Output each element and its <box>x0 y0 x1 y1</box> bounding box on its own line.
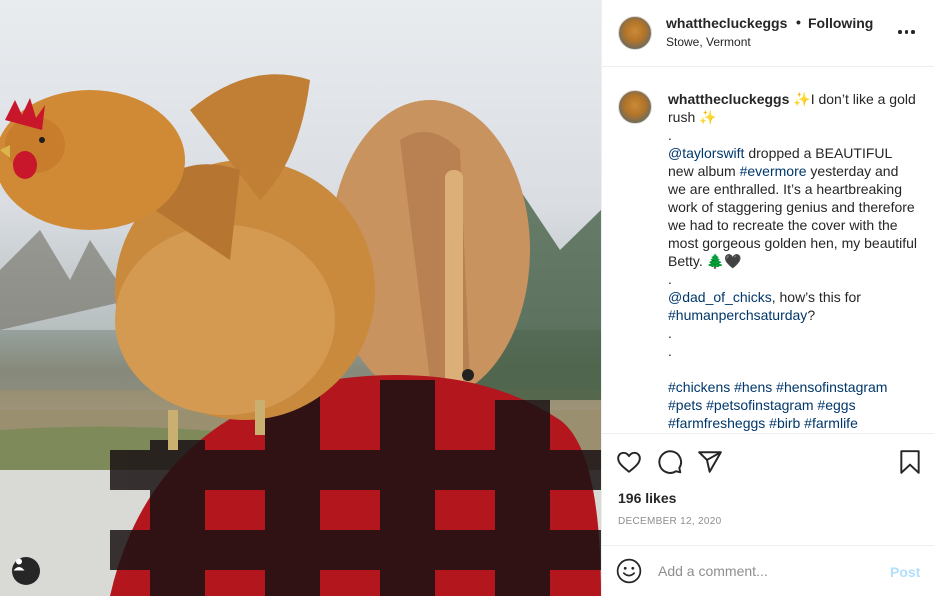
hashtags-line[interactable]: #pets #petsofinstagram #eggs <box>668 396 920 414</box>
comment-input[interactable] <box>658 560 868 582</box>
caption-dot: . <box>668 271 672 287</box>
mention-dad-of-chicks[interactable]: @dad_of_chicks <box>668 289 772 305</box>
photo-illustration <box>0 74 601 596</box>
caption-line: , how’s this for <box>771 289 861 305</box>
post-button[interactable]: Post <box>890 564 920 580</box>
tagged-users-icon[interactable] <box>12 557 40 585</box>
avatar[interactable] <box>618 16 652 50</box>
more-options-icon[interactable] <box>898 28 918 36</box>
caption-dot: . <box>668 127 672 143</box>
caption-avatar[interactable] <box>618 90 652 124</box>
comment-bar: Post <box>602 545 934 596</box>
caption-dot: . <box>668 325 672 341</box>
following-button[interactable]: Following <box>808 15 873 31</box>
hashtag-humanperchsaturday[interactable]: #humanperchsaturday <box>668 307 807 323</box>
caption-dot: . <box>668 343 672 359</box>
emoji-icon[interactable] <box>616 558 642 584</box>
post-details-panel: whatthecluckeggs • Following Stowe, Verm… <box>601 0 934 596</box>
separator-dot: • <box>796 14 801 30</box>
hashtags-line[interactable]: #farmfresheggs #birb #farmlife <box>668 414 920 432</box>
hashtags-line[interactable]: #chickens #hens #hensofinstagram <box>668 378 920 396</box>
caption-username[interactable]: whatthecluckeggs <box>668 91 789 107</box>
post-date[interactable]: DECEMBER 12, 2020 <box>618 516 721 527</box>
author-username[interactable]: whatthecluckeggs <box>666 15 787 31</box>
caption-line: ? <box>807 307 816 323</box>
action-bar <box>602 435 934 485</box>
post-location[interactable]: Stowe, Vermont <box>666 35 751 49</box>
share-icon[interactable] <box>697 449 723 475</box>
comments-section: whatthecluckeggs ✨I don’t like a gold ru… <box>602 68 934 434</box>
post-photo[interactable] <box>0 0 601 596</box>
hashtag-evermore[interactable]: #evermore <box>740 163 807 179</box>
caption-text: whatthecluckeggs ✨I don’t like a gold ru… <box>668 90 920 432</box>
mention-taylorswift[interactable]: @taylorswift <box>668 145 744 161</box>
comment-icon[interactable] <box>657 449 683 475</box>
heart-icon[interactable] <box>616 449 642 475</box>
likes-count[interactable]: 196 likes <box>618 490 676 506</box>
post-header: whatthecluckeggs • Following Stowe, Verm… <box>602 0 934 67</box>
bookmark-icon[interactable] <box>897 449 923 475</box>
